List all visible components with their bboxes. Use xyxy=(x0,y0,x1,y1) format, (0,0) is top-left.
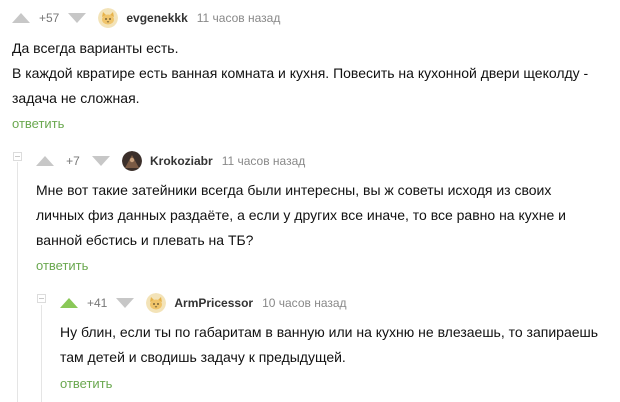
comment-text: Ну блин, если ты по габаритам в ванную и… xyxy=(60,320,598,370)
comment-timestamp[interactable]: 10 часов назад xyxy=(262,296,346,310)
collapse-thread-button[interactable] xyxy=(37,294,46,303)
comment-text-line: там детей и сводишь задачу к предыдущей. xyxy=(60,349,346,365)
avatar[interactable] xyxy=(98,8,119,28)
comment-rating: +41 xyxy=(87,296,108,310)
comment-rating: +57 xyxy=(39,11,60,25)
upvote-arrow-icon[interactable] xyxy=(60,298,78,308)
comment-author[interactable]: Krokoziabr xyxy=(150,154,213,168)
downvote-arrow-icon[interactable] xyxy=(92,156,110,166)
comment-text-line: Мне вот такие затейники всегда были инте… xyxy=(36,182,552,198)
comment-rating: +7 xyxy=(66,154,80,168)
avatar[interactable] xyxy=(122,151,142,171)
comment-text-line: ванной ебстись и плевать на ТБ? xyxy=(36,232,254,248)
comment-text-line: Ну блин, если ты по габаритам в ванную и… xyxy=(60,324,599,340)
cat-avatar-icon xyxy=(146,293,167,313)
comment-timestamp[interactable]: 11 часов назад xyxy=(197,11,281,25)
comment-header: +7 Krokoziabr 11 часов назад xyxy=(36,150,305,172)
reply-link[interactable]: ответить xyxy=(12,116,64,131)
reply-link[interactable]: ответить xyxy=(36,258,88,273)
comment-text-line: задача не сложная. xyxy=(12,90,140,106)
comment-text-line: Да всегда варианты есть. xyxy=(12,40,179,56)
collapse-thread-button[interactable] xyxy=(13,152,22,161)
comment-header: +41 ArmPricessor 10 часов назад xyxy=(60,292,347,314)
comment-author[interactable]: ArmPricessor xyxy=(174,296,253,310)
upvote-arrow-icon[interactable] xyxy=(36,156,54,166)
downvote-arrow-icon[interactable] xyxy=(116,298,135,308)
thread-line xyxy=(17,162,18,402)
reply-link[interactable]: ответить xyxy=(60,376,112,391)
upvote-arrow-icon[interactable] xyxy=(12,13,30,23)
comment-header: +57 evgenekkk 11 часов назад xyxy=(12,7,280,29)
comment-text-line: личных физ данных раздаёте, а если у дру… xyxy=(36,207,566,223)
avatar[interactable] xyxy=(146,293,167,313)
comment-text: Да всегда варианты есть. В каждой кврати… xyxy=(12,36,588,111)
cat-avatar-icon xyxy=(98,8,119,28)
downvote-arrow-icon[interactable] xyxy=(68,13,87,23)
comment-text: Мне вот такие затейники всегда были инте… xyxy=(36,178,566,253)
dark-photo-avatar-icon xyxy=(122,151,142,171)
comment-author[interactable]: evgenekkk xyxy=(126,11,187,25)
comment-text-line: В каждой квратире есть ванная комната и … xyxy=(12,65,589,81)
comment-timestamp[interactable]: 11 часов назад xyxy=(222,154,306,168)
thread-line xyxy=(41,305,42,402)
